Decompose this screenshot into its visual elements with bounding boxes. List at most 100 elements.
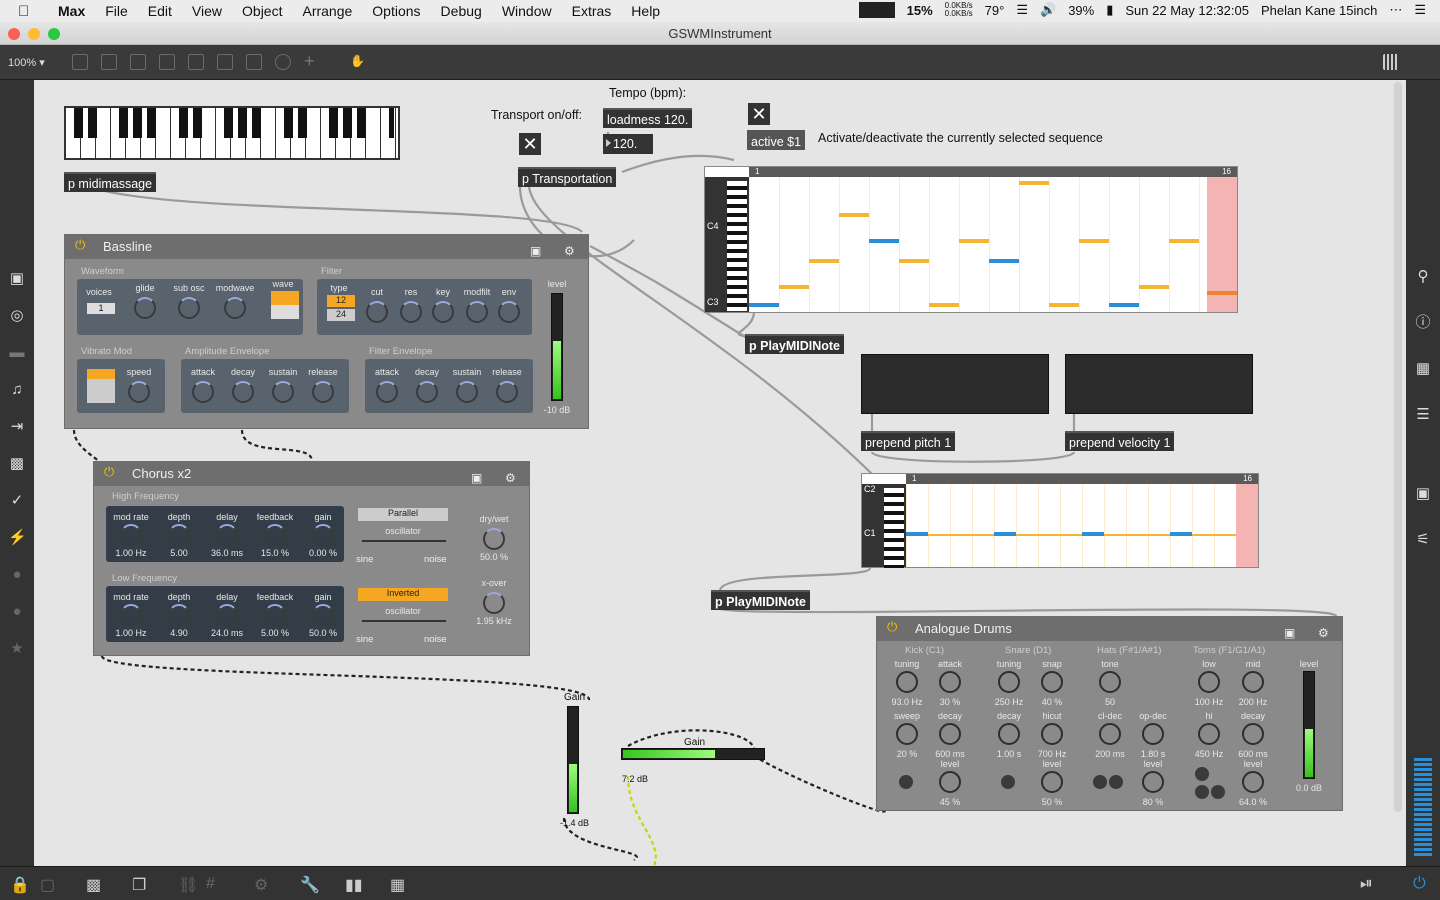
toggle-icon[interactable] (159, 54, 175, 70)
loadmess-object[interactable]: loadmess 120. (603, 108, 693, 128)
seq1-note[interactable] (929, 303, 959, 307)
snare-tuning-knob[interactable] (998, 671, 1020, 693)
target-icon[interactable]: ◎ (8, 307, 26, 325)
kick-decay-knob[interactable] (939, 723, 961, 745)
seq1-grid[interactable] (749, 177, 1237, 312)
pitch-multislider[interactable] (861, 354, 1049, 414)
seq2-note[interactable] (1082, 532, 1104, 536)
seq1-note[interactable] (1019, 181, 1049, 185)
menu-debug[interactable]: Debug (441, 3, 482, 19)
audio-power-icon[interactable]: ⏻ (1413, 875, 1426, 893)
wrench-icon[interactable]: 🔧 (300, 875, 320, 895)
kick-tuning-knob[interactable] (896, 671, 918, 693)
hats-open-trigger-button[interactable] (1109, 775, 1123, 789)
toms-level-knob[interactable] (1242, 771, 1264, 793)
button-icon[interactable] (188, 54, 204, 70)
snare-snap-knob[interactable] (1041, 671, 1063, 693)
cut-knob[interactable] (366, 301, 388, 323)
menu-view[interactable]: View (192, 3, 222, 19)
hf-delay-knob[interactable] (216, 524, 238, 546)
hats-cldec-knob[interactable] (1099, 723, 1121, 745)
hf-osc-slider[interactable] (362, 540, 446, 542)
playmidinote-object-2[interactable]: p PlayMIDINote (711, 590, 810, 610)
clock[interactable]: Sun 22 May 12:32:05 (1125, 3, 1249, 18)
modwave-knob[interactable] (224, 297, 246, 319)
step-icon[interactable]: ⇥ (8, 418, 26, 436)
mixer-icon[interactable]: ⚟ (1414, 531, 1432, 549)
seq1-note[interactable] (1169, 239, 1199, 243)
hf-modrate-knob[interactable] (120, 524, 142, 546)
debug-icon[interactable]: ⚙ (254, 875, 268, 895)
prepend-pitch-object[interactable]: prepend pitch 1 (861, 431, 956, 451)
lf-osc-slider[interactable] (362, 620, 446, 622)
env-knob[interactable] (498, 301, 520, 323)
vertical-scrollbar[interactable] (1394, 82, 1402, 812)
transportation-object[interactable]: p Transportation (518, 167, 617, 187)
kick-sweep-knob[interactable] (896, 723, 918, 745)
seq1-note[interactable] (779, 285, 809, 289)
amp-sustain-knob[interactable] (272, 381, 294, 403)
amp-decay-knob[interactable] (232, 381, 254, 403)
lf-depth-knob[interactable] (168, 604, 190, 626)
camera-icon[interactable]: ▣ (530, 239, 544, 258)
toms-hi-trigger-button[interactable] (1195, 767, 1209, 781)
menu-help[interactable]: Help (631, 3, 660, 19)
modfilt-knob[interactable] (466, 301, 488, 323)
lf-delay-knob[interactable] (216, 604, 238, 626)
sub-osc-knob[interactable] (178, 297, 200, 319)
volume-icon[interactable]: 🔊 (1040, 2, 1056, 18)
lf-feedback-knob[interactable] (264, 604, 286, 626)
preset-icon[interactable]: ⚙ (1318, 621, 1332, 640)
h-icon[interactable]: ● (8, 603, 26, 621)
new-object-icon[interactable] (101, 54, 117, 70)
notification-list-icon[interactable]: ☰ (1414, 2, 1426, 18)
snare-level-knob[interactable] (1041, 771, 1063, 793)
transport-toggle[interactable]: ✕ (519, 133, 541, 155)
seq1-note[interactable] (749, 303, 779, 307)
seq1-note[interactable] (1207, 291, 1237, 295)
seq2-note[interactable] (1170, 532, 1192, 536)
sequencer-2[interactable]: 1 16 C2 C1 (861, 473, 1259, 568)
parallel-button[interactable]: Parallel (358, 508, 448, 521)
clip-icon[interactable]: ▬ (8, 344, 26, 362)
slider-icon[interactable] (246, 54, 262, 70)
patcher-canvas[interactable]: p midimassage Transport on/off: ✕ Tempo … (34, 80, 1406, 866)
glide-knob[interactable] (134, 297, 156, 319)
toms-mid-trigger-button[interactable] (1211, 785, 1225, 799)
keyboard-grid-icon[interactable]: ▦ (390, 875, 405, 895)
active-message[interactable]: active $1 (747, 130, 806, 150)
comment-bubble-icon[interactable]: ▩ (86, 875, 101, 895)
music-note-icon[interactable]: ♫ (8, 381, 26, 399)
seq2-note[interactable] (994, 532, 1016, 536)
cpu-graph-icon[interactable] (858, 2, 895, 18)
presentation-icon[interactable] (72, 54, 88, 70)
power-icon[interactable]: ⏻ (887, 620, 901, 634)
power-icon[interactable]: ⏻ (75, 238, 89, 252)
speed-knob[interactable] (128, 381, 150, 403)
velocity-multislider[interactable] (1065, 354, 1253, 414)
bassline-device[interactable]: ⏻ Bassline ▣ ⚙ Waveform Filter voices 1 g… (64, 234, 589, 429)
drums-level-meter[interactable] (1303, 671, 1315, 779)
key-knob[interactable] (432, 301, 454, 323)
hand-icon[interactable]: ✋ (350, 54, 366, 70)
drywet-knob[interactable] (483, 528, 505, 550)
voices-box[interactable]: 1 (87, 303, 115, 314)
hf-gain-knob[interactable] (312, 524, 334, 546)
seq1-note[interactable] (989, 259, 1019, 263)
seq1-note[interactable] (809, 259, 839, 263)
type-12-button[interactable]: 12 (327, 295, 355, 307)
user-name[interactable]: Phelan Kane 15inch (1261, 3, 1377, 18)
toms-low-knob[interactable] (1198, 671, 1220, 693)
amp-release-knob[interactable] (312, 381, 334, 403)
camera-icon[interactable]: ▣ (1284, 621, 1298, 640)
power-icon[interactable]: ⏻ (104, 465, 118, 479)
prepend-velocity-object[interactable]: prepend velocity 1 (1065, 431, 1175, 451)
fenv-release-knob[interactable] (496, 381, 518, 403)
gain2-meter[interactable] (621, 748, 765, 760)
v-icon[interactable]: ● (8, 566, 26, 584)
hats-opdec-knob[interactable] (1142, 723, 1164, 745)
wave-selector[interactable] (271, 291, 299, 319)
kick-trigger-button[interactable] (899, 775, 913, 789)
analogue-drums-device[interactable]: ⏻ Analogue Drums ▣ ⚙ Kick (C1) Snare (D1)… (876, 616, 1343, 811)
image-icon[interactable]: ▩ (8, 455, 26, 473)
